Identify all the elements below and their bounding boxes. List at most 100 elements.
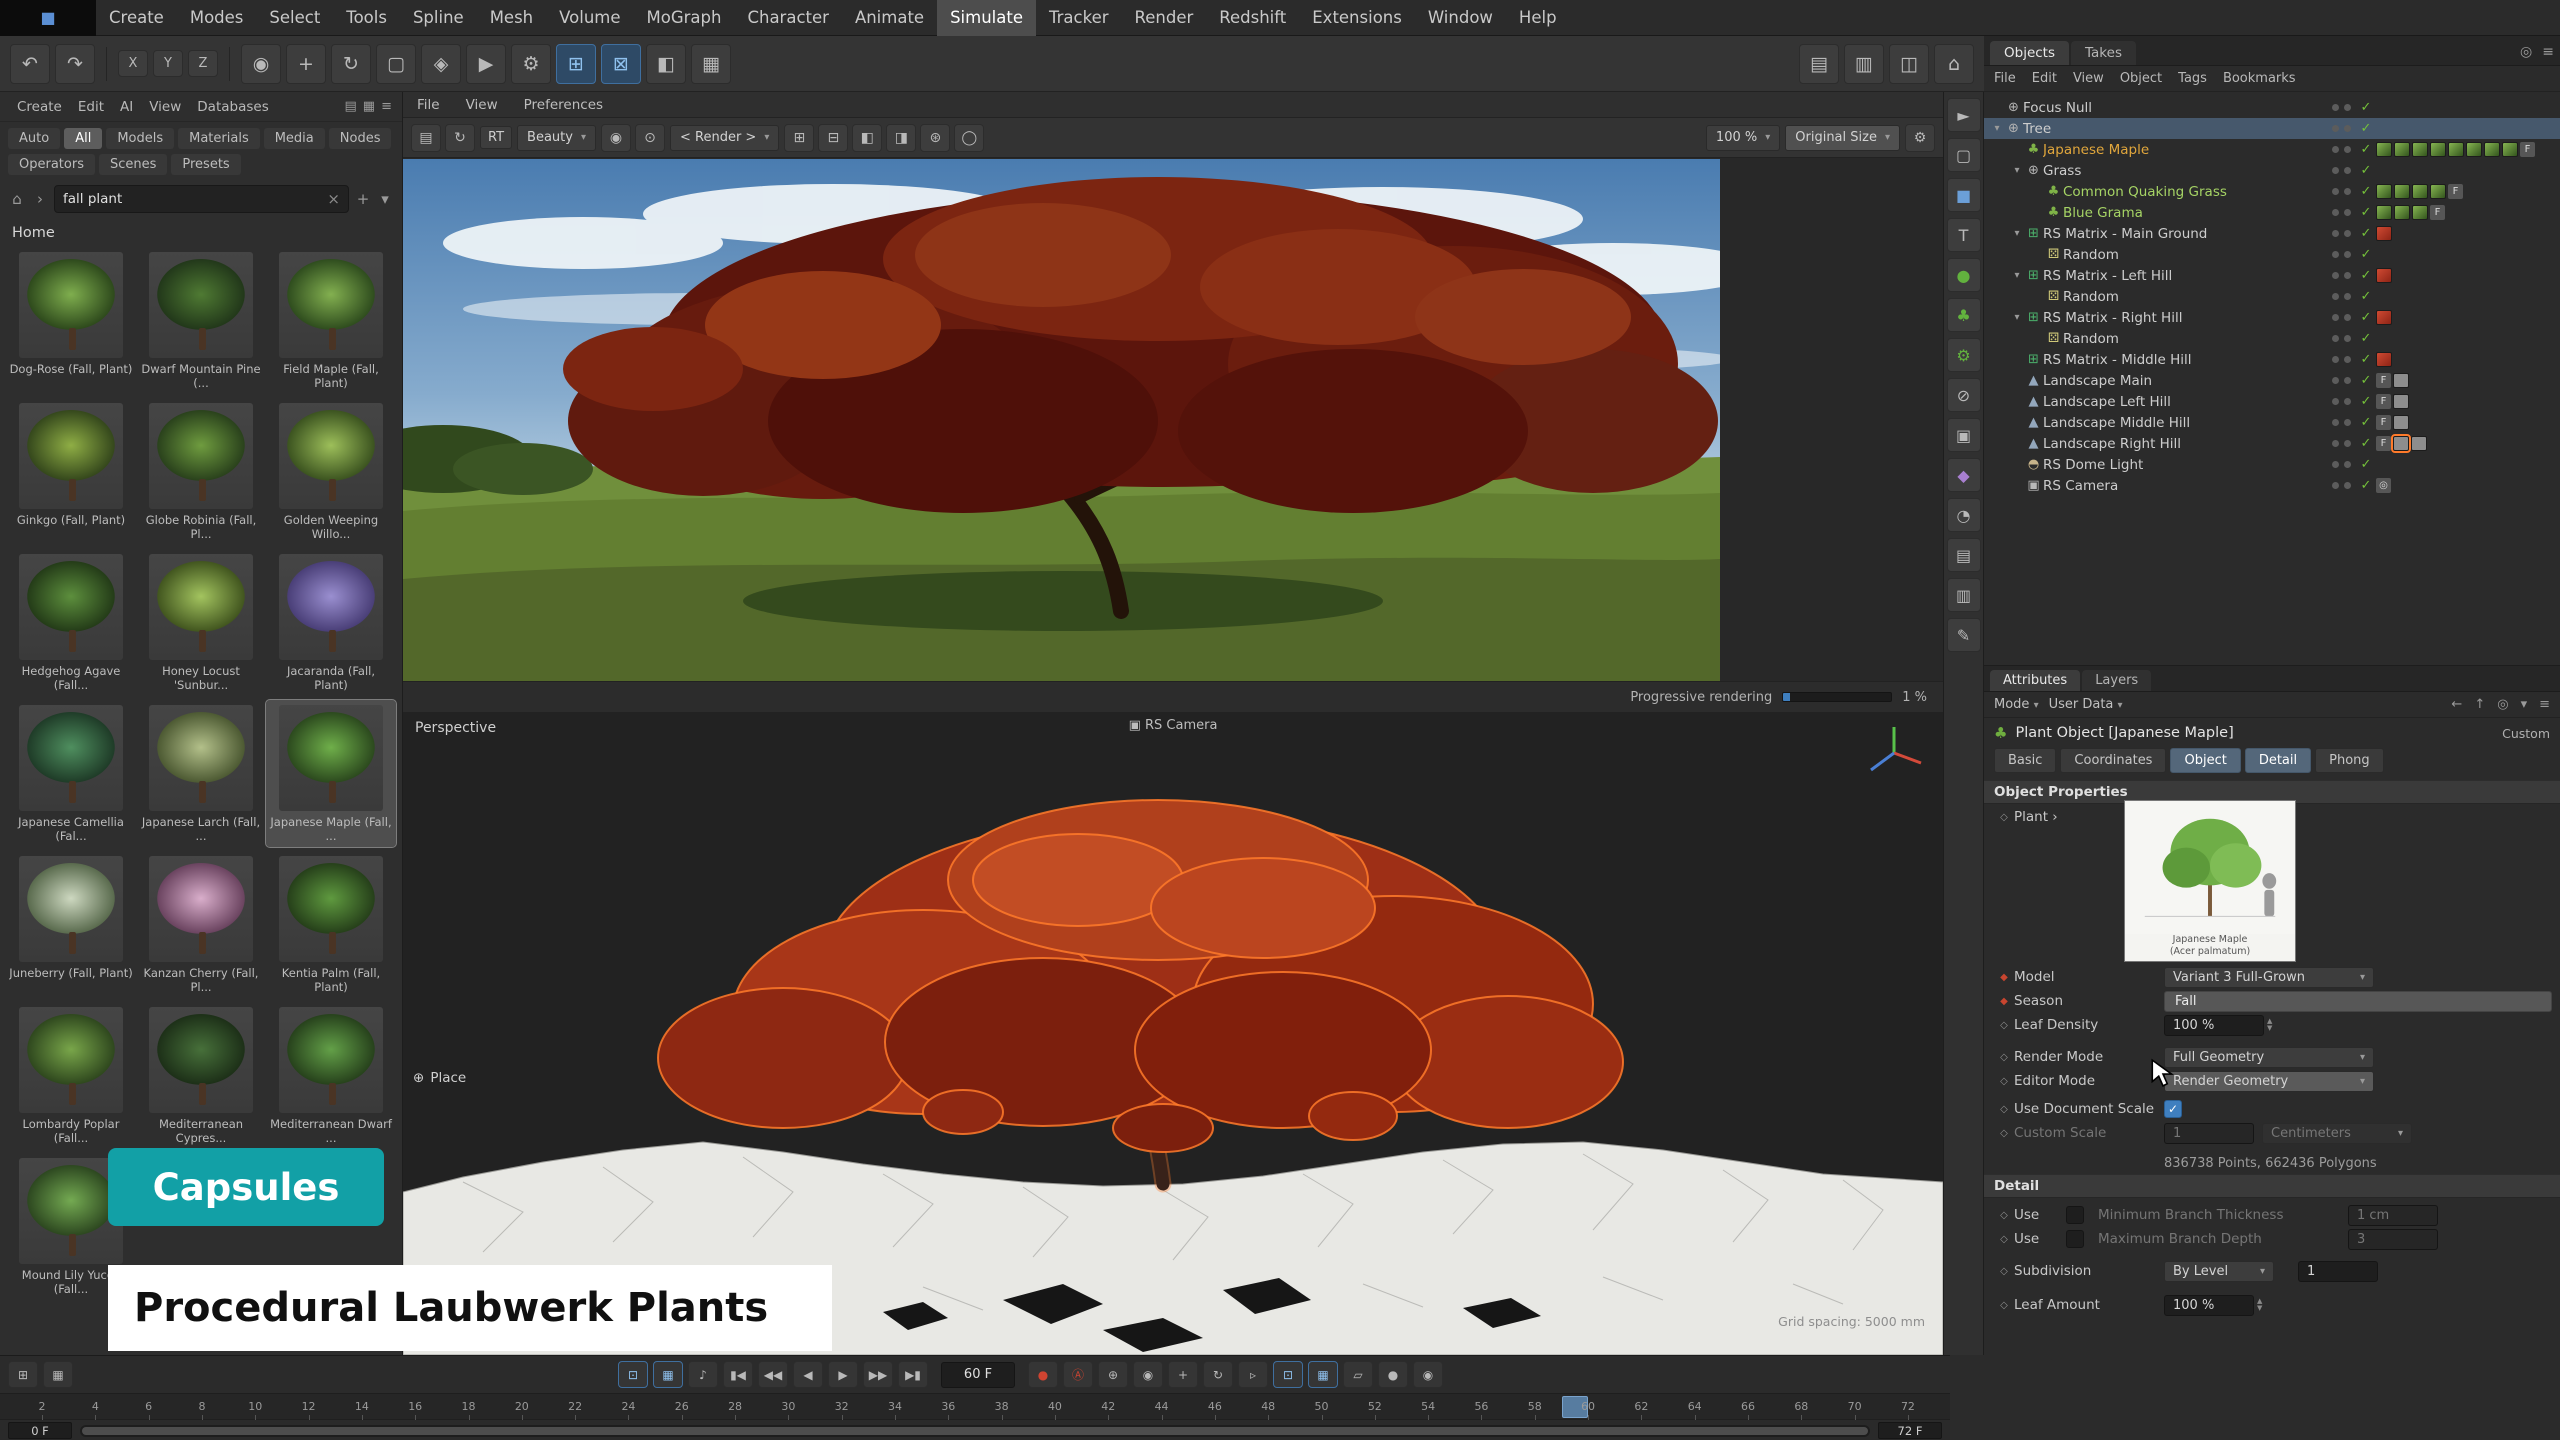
asset-item-dwarf-mountain-pine[interactable]: Dwarf Mountain Pine (... <box>136 247 266 394</box>
lock-y-axis[interactable]: Y <box>153 50 183 77</box>
move-tool[interactable]: + <box>286 44 326 84</box>
app-icon[interactable]: ■ <box>0 0 96 36</box>
enable-check-icon[interactable]: ✓ <box>2356 310 2376 325</box>
keyframe-diamond[interactable]: ◆ <box>1994 996 2014 1007</box>
attr-tab-basic[interactable]: Basic <box>1994 748 2056 773</box>
coordinate-system-toggle[interactable]: ◈ <box>421 44 461 84</box>
asset-menu-view[interactable]: View <box>142 99 188 115</box>
visibility-dots[interactable] <box>2326 230 2356 237</box>
asset-item-japanese-maple-fall[interactable]: Japanese Maple (Fall, ... <box>266 700 396 847</box>
visibility-dots[interactable] <box>2326 146 2356 153</box>
play-button[interactable]: ▶ <box>828 1361 858 1388</box>
tab-media[interactable]: Media <box>264 128 325 149</box>
object-tag-chip[interactable]: F <box>2376 415 2391 430</box>
layout-animate-icon[interactable]: ▥ <box>1844 44 1884 84</box>
lock-x-axis[interactable]: X <box>118 50 148 77</box>
enable-check-icon[interactable]: ✓ <box>2356 163 2376 178</box>
asset-item-ginkgo-fall-plant[interactable]: Ginkgo (Fall, Plant) <box>6 398 136 545</box>
color-picker-icon[interactable]: ◯ <box>954 124 984 152</box>
object-row-random[interactable]: ⚄Random✓ <box>1984 286 2560 307</box>
object-tag-chip[interactable] <box>2376 184 2392 199</box>
timeline-ruler[interactable]: 2468101214161820222426283032343638404244… <box>0 1393 1950 1419</box>
object-menu-object[interactable]: Object <box>2120 71 2162 86</box>
object-row-rs-matrix-right-hill[interactable]: ▾⊞RS Matrix - Right Hill✓ <box>1984 307 2560 328</box>
dropdown-icon[interactable]: ▾ <box>2521 697 2528 712</box>
asset-item-dog-rose-fall-plant[interactable]: Dog-Rose (Fall, Plant) <box>6 247 136 394</box>
select-tool[interactable]: ► <box>1947 98 1981 132</box>
render-active-icon[interactable]: ◉ <box>601 124 631 152</box>
keyframe-diamond[interactable]: ◇ <box>1994 1266 2014 1277</box>
object-row-rs-matrix-left-hill[interactable]: ▾⊞RS Matrix - Left Hill✓ <box>1984 265 2560 286</box>
tab-materials[interactable]: Materials <box>178 128 260 149</box>
ruler-tick[interactable]: 72 <box>1896 1400 1920 1413</box>
range-start-field[interactable]: 0 F <box>8 1422 72 1439</box>
object-row-random[interactable]: ⚄Random✓ <box>1984 244 2560 265</box>
live-selection-tool[interactable]: ◉ <box>241 44 281 84</box>
subdivision-level-field[interactable]: 1 <box>2298 1261 2378 1282</box>
scrollbar-thumb[interactable] <box>82 1427 1868 1435</box>
ruler-tick[interactable]: 50 <box>1310 1400 1334 1413</box>
object-tag-chip[interactable]: ◎ <box>2376 478 2391 493</box>
falloff-tool[interactable]: ⊘ <box>1947 378 1981 412</box>
ruler-tick[interactable]: 28 <box>723 1400 747 1413</box>
visibility-dots[interactable] <box>2326 125 2356 132</box>
expand-arrow-icon[interactable]: ▾ <box>2010 270 2024 281</box>
loop-button[interactable]: ↻ <box>1203 1361 1233 1388</box>
ruler-tick[interactable]: 20 <box>510 1400 534 1413</box>
ruler-tick[interactable]: 16 <box>403 1400 427 1413</box>
sphere-primitive-tool[interactable]: ● <box>1947 258 1981 292</box>
channel-left-icon[interactable]: ◧ <box>852 124 882 152</box>
asset-item-honey-locust-sunbur[interactable]: Honey Locust 'Sunbur... <box>136 549 266 696</box>
asset-menu-edit[interactable]: Edit <box>71 99 111 115</box>
ruler-tick[interactable]: 62 <box>1629 1400 1653 1413</box>
object-tag-chip[interactable]: F <box>2376 394 2391 409</box>
object-tag-chip[interactable] <box>2502 142 2518 157</box>
object-tag-chip[interactable] <box>2394 142 2410 157</box>
object-row-landscape-middle-hill[interactable]: ▲Landscape Middle Hill✓F <box>1984 412 2560 433</box>
next-frame-button[interactable]: ▶▶ <box>863 1361 893 1388</box>
undo-icon[interactable]: ↶ <box>10 44 50 84</box>
stepper-icon[interactable]: ▲▼ <box>2257 1298 2262 1312</box>
keyframe-diamond[interactable]: ◇ <box>1994 1210 2014 1221</box>
add-key-button[interactable]: + <box>1168 1361 1198 1388</box>
workplane-icon[interactable]: ◧ <box>646 44 686 84</box>
rendered-image[interactable] <box>403 159 1720 681</box>
visibility-dots[interactable] <box>2326 461 2356 468</box>
search-options-icon[interactable]: ▾ <box>376 190 394 208</box>
menu-window[interactable]: Window <box>1415 0 1506 36</box>
add-filter-icon[interactable]: + <box>354 190 372 208</box>
object-tag-chip[interactable] <box>2448 142 2464 157</box>
user-data-menu[interactable]: User Data ▾ <box>2049 697 2123 712</box>
keyframe-diamond[interactable]: ◇ <box>1994 1128 2014 1139</box>
enable-check-icon[interactable]: ✓ <box>2356 478 2376 493</box>
mini-timeline-toggle[interactable]: ▱ <box>1343 1361 1373 1388</box>
visibility-dots[interactable] <box>2326 377 2356 384</box>
annotate-tool[interactable]: ✎ <box>1947 618 1981 652</box>
zoom-dropdown[interactable]: 100 %▾ <box>1706 125 1780 151</box>
expand-arrow-icon[interactable]: ▾ <box>2010 165 2024 176</box>
ruler-tick[interactable]: 30 <box>776 1400 800 1413</box>
previous-frame-button[interactable]: ◀ <box>793 1361 823 1388</box>
redo-icon[interactable]: ↷ <box>55 44 95 84</box>
ruler-tick[interactable]: 22 <box>563 1400 587 1413</box>
asset-item-mediterranean-dwarf[interactable]: Mediterranean Dwarf ... <box>266 1002 396 1149</box>
size-dropdown[interactable]: Original Size▾ <box>1785 125 1900 151</box>
ruler-tick[interactable]: 36 <box>936 1400 960 1413</box>
snap-toggle[interactable]: ⊞ <box>556 44 596 84</box>
ruler-tick[interactable]: 68 <box>1789 1400 1813 1413</box>
visibility-dots[interactable] <box>2326 398 2356 405</box>
render-menu-preferences[interactable]: Preferences <box>524 97 603 113</box>
object-tag-chip[interactable] <box>2376 310 2392 325</box>
autokey-button[interactable]: Ⓐ <box>1063 1361 1093 1388</box>
menu-help[interactable]: Help <box>1506 0 1570 36</box>
ruler-tick[interactable]: 58 <box>1523 1400 1547 1413</box>
ruler-tick[interactable]: 10 <box>243 1400 267 1413</box>
panel-menu-icon[interactable]: ≡ <box>2539 697 2550 712</box>
up-icon[interactable]: ↑ <box>2474 697 2485 712</box>
visibility-dots[interactable] <box>2326 272 2356 279</box>
tab-all[interactable]: All <box>64 128 102 149</box>
filter-icon[interactable]: ⊛ <box>920 124 950 152</box>
object-row-landscape-left-hill[interactable]: ▲Landscape Left Hill✓F <box>1984 391 2560 412</box>
attr-tab-phong[interactable]: Phong <box>2315 748 2384 773</box>
object-menu-tags[interactable]: Tags <box>2178 71 2207 86</box>
